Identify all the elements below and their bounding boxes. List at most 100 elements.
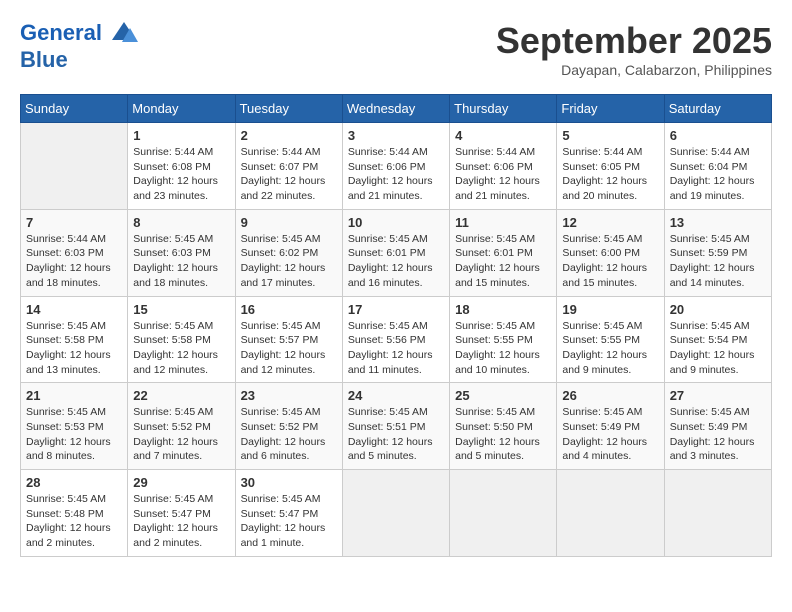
day-info: Sunrise: 5:44 AM Sunset: 6:05 PM Dayligh… [562,145,658,204]
weekday-header: Friday [557,95,664,123]
day-info: Sunrise: 5:45 AM Sunset: 6:01 PM Dayligh… [455,232,551,291]
weekday-header: Thursday [450,95,557,123]
calendar-cell: 9 Sunrise: 5:45 AM Sunset: 6:02 PM Daylig… [235,209,342,296]
calendar-header: SundayMondayTuesdayWednesdayThursdayFrid… [21,95,772,123]
logo-blue-text: Blue [20,48,138,72]
day-info: Sunrise: 5:45 AM Sunset: 5:53 PM Dayligh… [26,405,122,464]
calendar-cell: 26 Sunrise: 5:45 AM Sunset: 5:49 PM Dayli… [557,383,664,470]
day-info: Sunrise: 5:45 AM Sunset: 5:57 PM Dayligh… [241,319,337,378]
day-number: 10 [348,215,444,230]
day-number: 2 [241,128,337,143]
day-info: Sunrise: 5:44 AM Sunset: 6:03 PM Dayligh… [26,232,122,291]
calendar-cell: 30 Sunrise: 5:45 AM Sunset: 5:47 PM Dayli… [235,470,342,557]
calendar-cell: 2Sunrise: 5:44 AM Sunset: 6:07 PM Daylig… [235,123,342,210]
day-info: Sunrise: 5:45 AM Sunset: 5:58 PM Dayligh… [133,319,229,378]
weekday-header: Saturday [664,95,771,123]
day-info: Sunrise: 5:44 AM Sunset: 6:06 PM Dayligh… [455,145,551,204]
calendar-cell [342,470,449,557]
day-number: 19 [562,302,658,317]
day-number: 30 [241,475,337,490]
calendar-cell: 22 Sunrise: 5:45 AM Sunset: 5:52 PM Dayli… [128,383,235,470]
day-info: Sunrise: 5:45 AM Sunset: 5:52 PM Dayligh… [241,405,337,464]
day-info: Sunrise: 5:45 AM Sunset: 6:02 PM Dayligh… [241,232,337,291]
calendar-cell: 28 Sunrise: 5:45 AM Sunset: 5:48 PM Dayli… [21,470,128,557]
calendar-cell: 10 Sunrise: 5:45 AM Sunset: 6:01 PM Dayli… [342,209,449,296]
weekday-header: Sunday [21,95,128,123]
day-info: Sunrise: 5:45 AM Sunset: 5:58 PM Dayligh… [26,319,122,378]
day-info: Sunrise: 5:45 AM Sunset: 5:49 PM Dayligh… [670,405,766,464]
day-number: 21 [26,388,122,403]
logo: General Blue [20,20,138,72]
calendar-cell: 8 Sunrise: 5:45 AM Sunset: 6:03 PM Daylig… [128,209,235,296]
calendar-cell: 20 Sunrise: 5:45 AM Sunset: 5:54 PM Dayli… [664,296,771,383]
day-number: 22 [133,388,229,403]
calendar-cell: 12 Sunrise: 5:45 AM Sunset: 6:00 PM Dayli… [557,209,664,296]
calendar-table: SundayMondayTuesdayWednesdayThursdayFrid… [20,94,772,557]
day-info: Sunrise: 5:45 AM Sunset: 5:56 PM Dayligh… [348,319,444,378]
logo-text: General [20,20,138,48]
calendar-cell: 17 Sunrise: 5:45 AM Sunset: 5:56 PM Dayli… [342,296,449,383]
day-number: 3 [348,128,444,143]
day-info: Sunrise: 5:45 AM Sunset: 5:51 PM Dayligh… [348,405,444,464]
day-info: Sunrise: 5:45 AM Sunset: 5:55 PM Dayligh… [455,319,551,378]
calendar-cell: 21 Sunrise: 5:45 AM Sunset: 5:53 PM Dayli… [21,383,128,470]
calendar-cell: 7Sunrise: 5:44 AM Sunset: 6:03 PM Daylig… [21,209,128,296]
day-info: Sunrise: 5:45 AM Sunset: 6:01 PM Dayligh… [348,232,444,291]
day-number: 28 [26,475,122,490]
day-number: 17 [348,302,444,317]
day-info: Sunrise: 5:45 AM Sunset: 5:49 PM Dayligh… [562,405,658,464]
header-row: SundayMondayTuesdayWednesdayThursdayFrid… [21,95,772,123]
calendar-cell: 23Sunrise: 5:45 AM Sunset: 5:52 PM Dayli… [235,383,342,470]
month-title: September 2025 [496,20,772,62]
day-info: Sunrise: 5:45 AM Sunset: 5:52 PM Dayligh… [133,405,229,464]
day-info: Sunrise: 5:45 AM Sunset: 6:00 PM Dayligh… [562,232,658,291]
calendar-cell: 5 Sunrise: 5:44 AM Sunset: 6:05 PM Daylig… [557,123,664,210]
logo-icon [110,20,138,48]
day-number: 9 [241,215,337,230]
day-info: Sunrise: 5:45 AM Sunset: 5:47 PM Dayligh… [133,492,229,551]
calendar-cell: 27 Sunrise: 5:45 AM Sunset: 5:49 PM Dayli… [664,383,771,470]
day-number: 13 [670,215,766,230]
day-info: Sunrise: 5:45 AM Sunset: 5:54 PM Dayligh… [670,319,766,378]
day-number: 12 [562,215,658,230]
calendar-cell: 3 Sunrise: 5:44 AM Sunset: 6:06 PM Daylig… [342,123,449,210]
day-number: 8 [133,215,229,230]
day-number: 20 [670,302,766,317]
day-number: 18 [455,302,551,317]
day-number: 5 [562,128,658,143]
calendar-cell [664,470,771,557]
calendar-body: 1 Sunrise: 5:44 AM Sunset: 6:08 PM Daylig… [21,123,772,557]
calendar-cell: 15Sunrise: 5:45 AM Sunset: 5:58 PM Dayli… [128,296,235,383]
location-subtitle: Dayapan, Calabarzon, Philippines [496,62,772,78]
calendar-cell: 25 Sunrise: 5:45 AM Sunset: 5:50 PM Dayli… [450,383,557,470]
calendar-cell [557,470,664,557]
calendar-cell [21,123,128,210]
day-number: 24 [348,388,444,403]
day-info: Sunrise: 5:45 AM Sunset: 5:59 PM Dayligh… [670,232,766,291]
calendar-cell: 13 Sunrise: 5:45 AM Sunset: 5:59 PM Dayli… [664,209,771,296]
calendar-cell: 6Sunrise: 5:44 AM Sunset: 6:04 PM Daylig… [664,123,771,210]
day-number: 14 [26,302,122,317]
calendar-week-row: 28 Sunrise: 5:45 AM Sunset: 5:48 PM Dayli… [21,470,772,557]
day-number: 1 [133,128,229,143]
day-info: Sunrise: 5:44 AM Sunset: 6:06 PM Dayligh… [348,145,444,204]
day-info: Sunrise: 5:45 AM Sunset: 5:47 PM Dayligh… [241,492,337,551]
day-number: 27 [670,388,766,403]
title-block: September 2025 Dayapan, Calabarzon, Phil… [496,20,772,78]
page-header: General Blue September 2025 Dayapan, Cal… [20,20,772,78]
day-number: 4 [455,128,551,143]
calendar-cell: 24 Sunrise: 5:45 AM Sunset: 5:51 PM Dayli… [342,383,449,470]
day-info: Sunrise: 5:44 AM Sunset: 6:08 PM Dayligh… [133,145,229,204]
day-number: 29 [133,475,229,490]
day-info: Sunrise: 5:45 AM Sunset: 6:03 PM Dayligh… [133,232,229,291]
day-number: 25 [455,388,551,403]
day-info: Sunrise: 5:45 AM Sunset: 5:50 PM Dayligh… [455,405,551,464]
calendar-week-row: 7Sunrise: 5:44 AM Sunset: 6:03 PM Daylig… [21,209,772,296]
day-number: 11 [455,215,551,230]
day-info: Sunrise: 5:45 AM Sunset: 5:48 PM Dayligh… [26,492,122,551]
weekday-header: Tuesday [235,95,342,123]
day-number: 16 [241,302,337,317]
day-info: Sunrise: 5:44 AM Sunset: 6:04 PM Dayligh… [670,145,766,204]
calendar-cell: 19Sunrise: 5:45 AM Sunset: 5:55 PM Dayli… [557,296,664,383]
day-number: 26 [562,388,658,403]
